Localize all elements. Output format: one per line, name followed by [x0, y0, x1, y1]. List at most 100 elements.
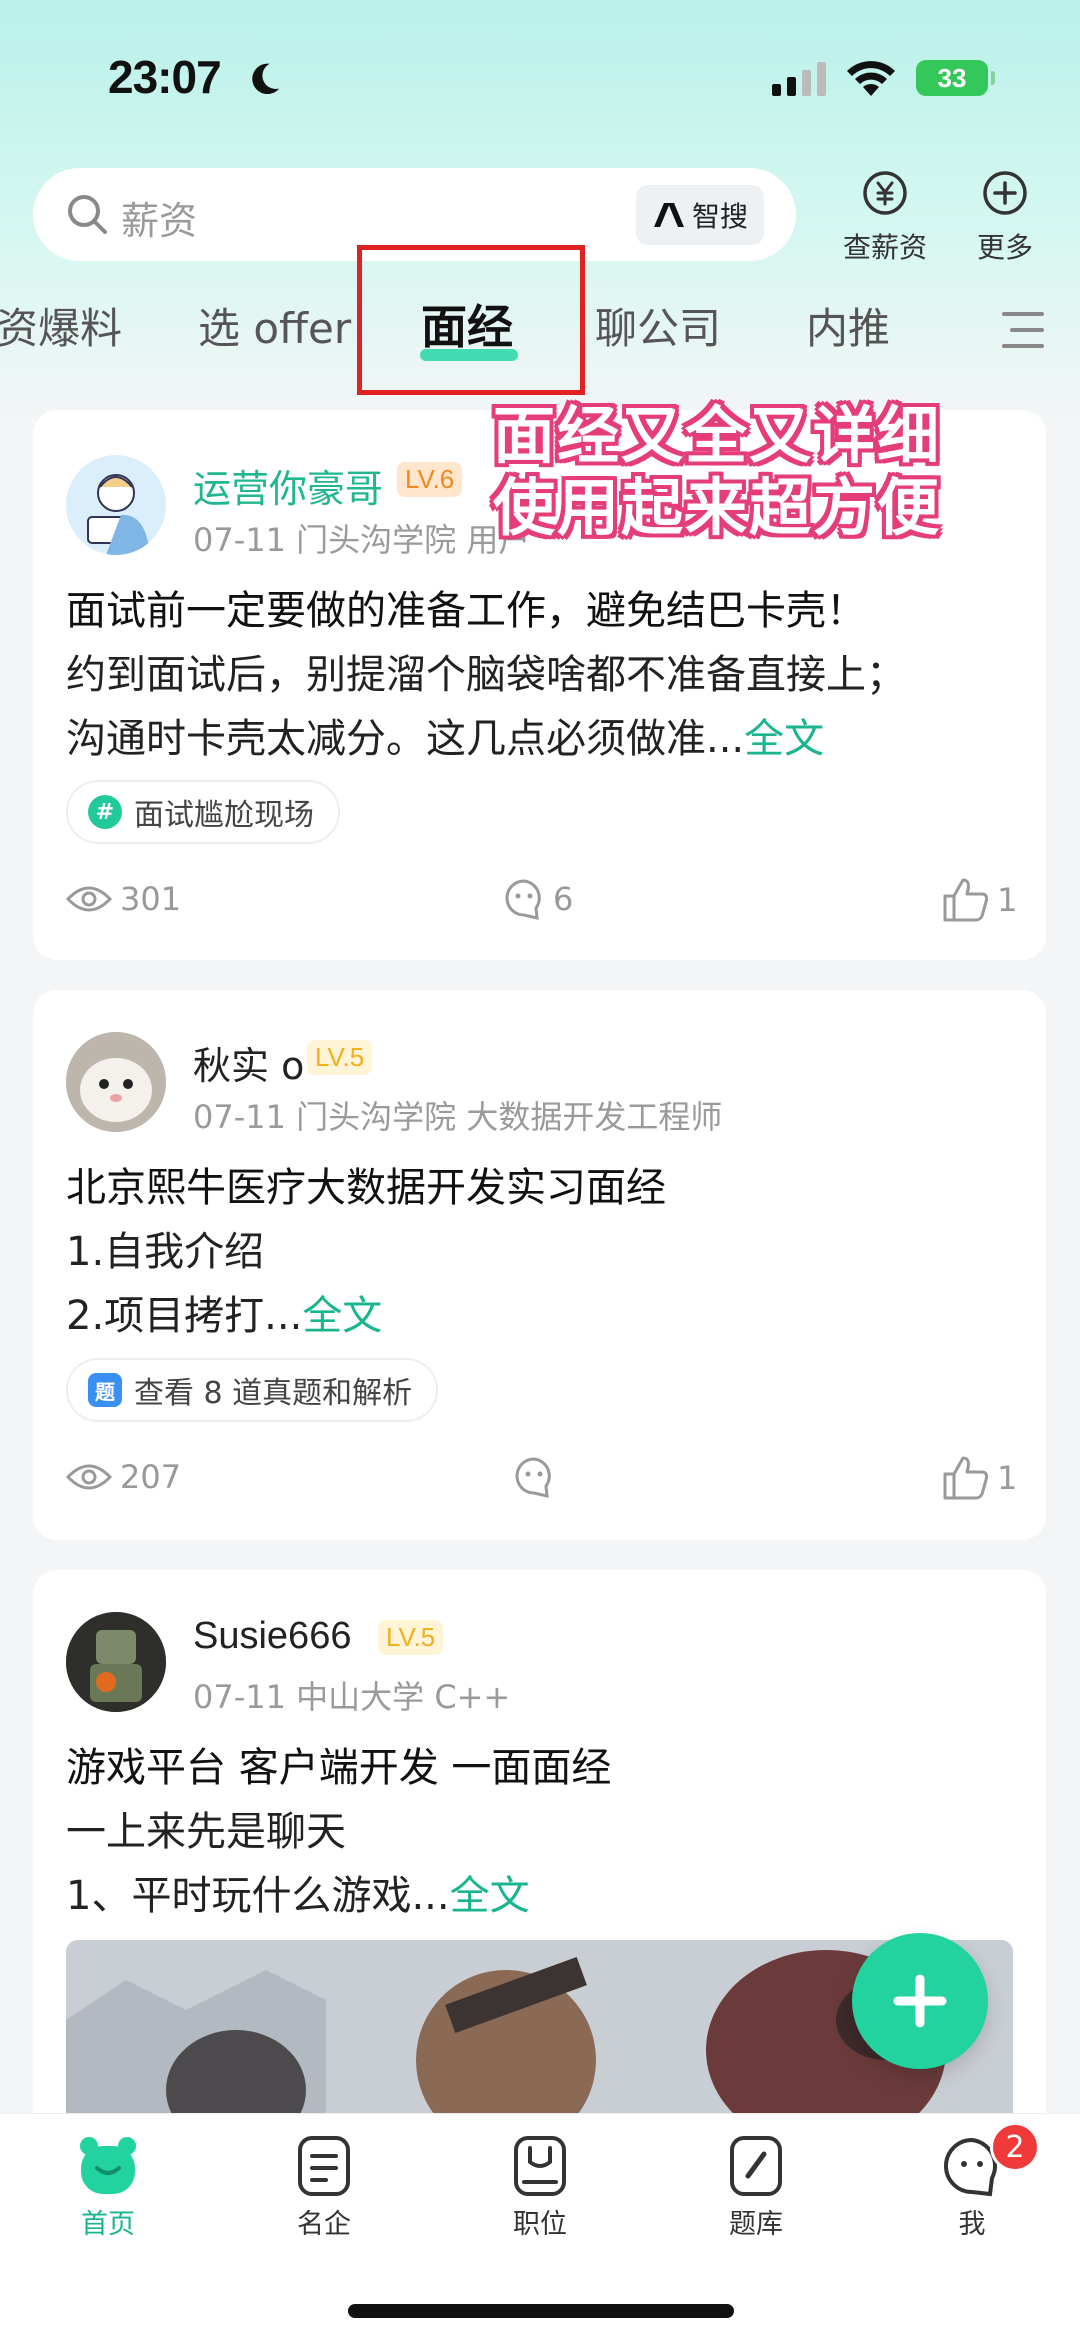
salary-lookup-button[interactable]: 查薪资 — [830, 168, 940, 266]
avatar[interactable] — [66, 1032, 166, 1132]
plus-circle-icon — [983, 171, 1027, 215]
cat-avatar — [66, 1032, 166, 1132]
more-button[interactable]: 更多 — [950, 168, 1060, 266]
post-meta: 07-11 门头沟学院 大数据开发工程师 — [193, 1098, 723, 1136]
tab-menu-icon[interactable] — [1000, 310, 1046, 350]
home-indicator[interactable] — [348, 2304, 734, 2318]
hashtag-icon: # — [88, 795, 122, 829]
view-count: 207 — [66, 1458, 181, 1496]
comment-icon — [505, 879, 541, 920]
highlight-box — [357, 245, 585, 395]
nav-label: 我 — [958, 2209, 986, 2240]
view-count-value: 207 — [120, 1458, 182, 1496]
view-count: 301 — [66, 880, 181, 918]
post-line: 1.自我介绍 — [66, 1229, 265, 1275]
avatar[interactable] — [66, 1612, 166, 1712]
ai-search-label: 智搜 — [691, 200, 748, 233]
topic-tag-label: 面试尴尬现场 — [134, 798, 314, 833]
user-name[interactable]: Susie666 — [193, 1615, 351, 1658]
post-line-text: 沟通时卡壳太减分。这几点必须做准... — [66, 716, 745, 762]
read-more-link[interactable]: 全文 — [744, 716, 824, 762]
tab-referral[interactable]: 内推 — [806, 295, 890, 356]
post-line: 约到面试后，别提溜个脑袋啥都不准备直接上； — [66, 652, 906, 698]
post-line-text: 2.项目拷打... — [66, 1293, 303, 1339]
home-icon — [80, 2137, 136, 2194]
post-line: 2.项目拷打...全文 — [66, 1283, 382, 1341]
create-post-button[interactable] — [852, 1933, 988, 2069]
like-count: 1 — [997, 1459, 1018, 1497]
comment-icon — [515, 1457, 551, 1498]
post-line: 一上来先是聊天 — [66, 1809, 346, 1855]
promo-line: 使用起来超方便 — [493, 471, 942, 544]
like-button[interactable]: 1 — [943, 878, 1017, 922]
post-line: 沟通时卡壳太减分。这几点必须做准...全文 — [66, 706, 824, 764]
promo-caption: 面经又全又详细 使用起来超方便 — [493, 400, 1013, 544]
status-bar: 23:07 33 — [0, 0, 1080, 150]
like-button[interactable]: 1 — [943, 1456, 1017, 1500]
plus-icon — [893, 1974, 947, 2028]
nav-jobs[interactable]: 职位 — [470, 2134, 610, 2241]
nav-home[interactable]: 首页 — [38, 2134, 178, 2241]
wifi-icon — [847, 61, 895, 96]
question-bank-tag-label: 查看 8 道真题和解析 — [134, 1376, 413, 1411]
like-count: 1 — [997, 881, 1018, 919]
moon-icon — [252, 63, 280, 95]
post-meta: 07-11 门头沟学院 用户 — [193, 521, 531, 559]
nav-companies[interactable]: 名企 — [254, 2134, 394, 2241]
comment-button[interactable] — [513, 1456, 563, 1498]
user-name[interactable]: 秋实 o — [193, 1035, 304, 1090]
level-badge: LV.5 — [378, 1620, 444, 1655]
jobs-icon — [514, 2136, 566, 2196]
post-line-text: 1、平时玩什么游戏... — [66, 1873, 450, 1919]
nav-label: 题库 — [729, 2209, 783, 2240]
search-placeholder: 薪资 — [121, 199, 198, 243]
ai-logo-icon — [653, 203, 684, 227]
eye-icon — [66, 886, 112, 912]
notification-badge: 2 — [990, 2122, 1040, 2172]
view-count-value: 301 — [120, 880, 182, 918]
app-screen: 23:07 33 薪资 智搜 查薪资 更多 资爆料 选 offer 面经 聊公司… — [0, 0, 1080, 2341]
read-more-link[interactable]: 全文 — [302, 1293, 382, 1339]
nav-label: 首页 — [81, 2209, 135, 2240]
question-bank-icon — [730, 2136, 782, 2196]
avatar[interactable] — [66, 455, 166, 555]
nav-question-bank[interactable]: 题库 — [686, 2134, 826, 2241]
user-name[interactable]: 运营你豪哥 — [193, 458, 383, 513]
thumbs-up-icon — [943, 1456, 989, 1500]
battery-level: 33 — [937, 62, 967, 93]
question-icon: 题 — [88, 1373, 122, 1407]
robot-avatar — [66, 1612, 166, 1712]
companies-icon — [298, 2136, 350, 2196]
avatar-illustration — [87, 474, 150, 555]
level-badge: LV.6 — [397, 462, 463, 497]
salary-label: 查薪资 — [842, 231, 927, 264]
post-card[interactable]: Susie666 LV.5 07-11 中山大学 C++ 游戏平台 客户端开发 … — [33, 1570, 1046, 2170]
tab-choose-offer[interactable]: 选 offer — [198, 295, 351, 356]
comment-count: 6 — [553, 880, 574, 918]
thumbs-up-icon — [943, 878, 989, 922]
eye-icon — [66, 1464, 112, 1490]
tab-salary-leaks[interactable]: 资爆料 — [0, 295, 122, 356]
question-bank-tag[interactable]: 题 查看 8 道真题和解析 — [66, 1358, 439, 1422]
post-line: 1、平时玩什么游戏...全文 — [66, 1863, 530, 1921]
post-title[interactable]: 面试前一定要做的准备工作，避免结巴卡壳！ — [66, 578, 866, 636]
post-title[interactable]: 游戏平台 客户端开发 一面面经 — [66, 1735, 611, 1793]
topic-tag[interactable]: # 面试尴尬现场 — [66, 780, 340, 844]
read-more-link[interactable]: 全文 — [450, 1873, 530, 1919]
comment-button[interactable]: 6 — [503, 878, 573, 920]
nav-label: 职位 — [513, 2209, 567, 2240]
nav-label: 名企 — [297, 2209, 351, 2240]
cellular-signal-icon — [772, 62, 826, 96]
status-time: 23:07 — [108, 51, 222, 103]
level-badge: LV.5 — [307, 1040, 373, 1075]
search-icon — [68, 195, 107, 234]
ai-search-button[interactable]: 智搜 — [636, 185, 764, 245]
tab-company-chat[interactable]: 聊公司 — [595, 295, 721, 356]
post-meta: 07-11 中山大学 C++ — [193, 1678, 511, 1716]
salary-icon — [863, 171, 907, 215]
battery-icon: 33 — [916, 60, 995, 96]
post-title[interactable]: 北京熙牛医疗大数据开发实习面经 — [66, 1155, 666, 1213]
post-card[interactable]: 秋实 o LV.5 07-11 门头沟学院 大数据开发工程师 北京熙牛医疗大数据… — [33, 990, 1046, 1540]
more-label: 更多 — [976, 231, 1033, 264]
promo-line: 面经又全又详细 — [493, 399, 942, 472]
